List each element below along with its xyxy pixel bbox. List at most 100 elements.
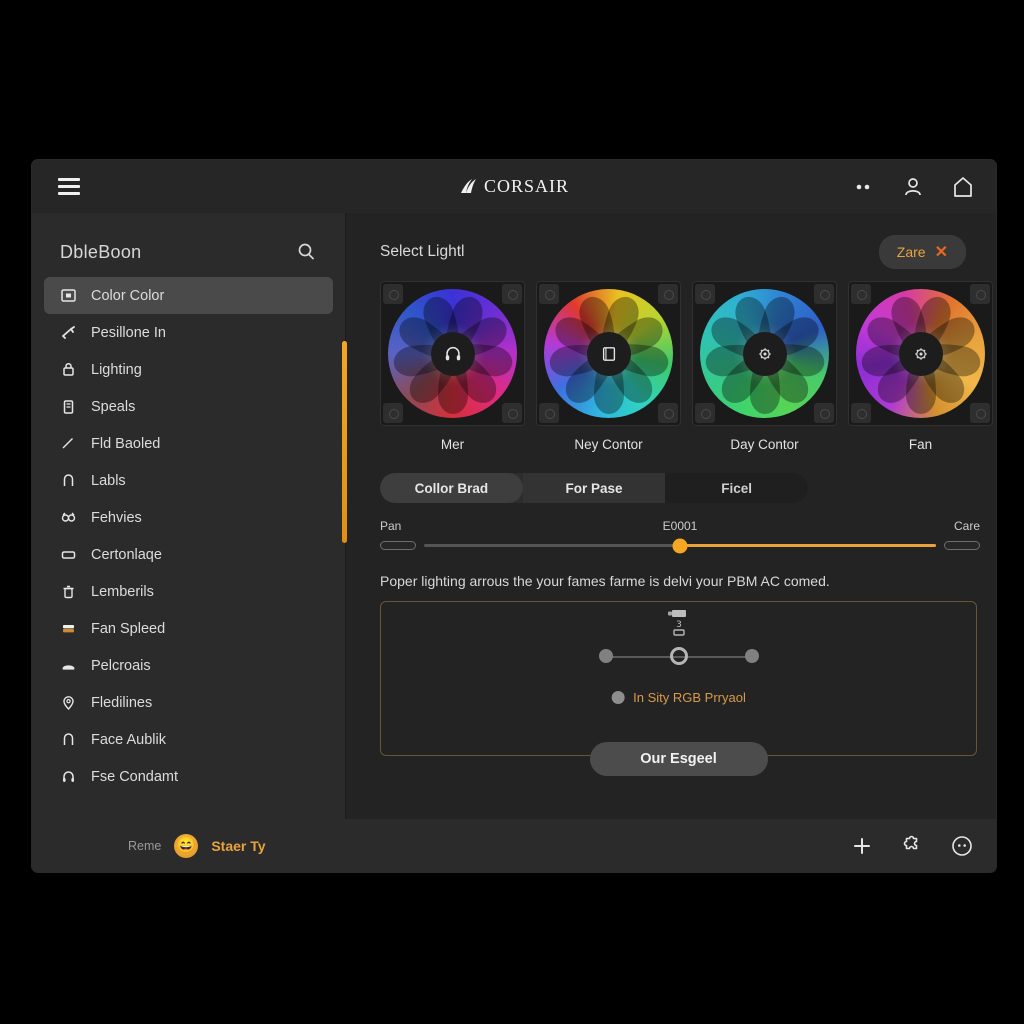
slider-max-cap <box>944 541 980 550</box>
user-account-icon[interactable] <box>900 174 926 200</box>
sidebar-item-pesillone-in[interactable]: Pesillone In <box>44 314 333 351</box>
sidebar-item-label: Lighting <box>91 361 142 378</box>
description-text: Poper lighting arrous the your fames far… <box>380 573 830 589</box>
home-icon[interactable] <box>950 174 976 200</box>
sidebar-item-lemberils[interactable]: Lemberils <box>44 573 333 610</box>
rgb-protocol-label: In Sity RGB Prryaol <box>633 690 746 705</box>
fan-hub <box>586 331 631 376</box>
sidebar-item-label: Fledilines <box>91 694 153 711</box>
sidebar-item-fld-baoled[interactable]: Fld Baoled <box>44 425 333 462</box>
node-right[interactable] <box>744 649 759 663</box>
footer-bar: Reme 😄 Staer Ty <box>32 819 996 872</box>
device-label: Fan <box>908 437 933 452</box>
fan-preview[interactable] <box>692 281 837 426</box>
sidebar-item-label: Face Aublik <box>91 731 166 748</box>
sidebar-item-labls[interactable]: Labls <box>44 462 333 499</box>
arch-icon <box>60 731 77 748</box>
slider-knob[interactable] <box>672 538 688 553</box>
tab-collor-brad[interactable]: Collor Brad <box>380 473 523 503</box>
apply-button[interactable]: Our Esgeel <box>589 742 768 776</box>
goggles-icon <box>60 509 77 526</box>
search-icon[interactable] <box>295 241 317 263</box>
sidebar-item-color-color[interactable]: Color Color <box>44 277 333 314</box>
screw-corner-icon <box>695 403 715 423</box>
radio-dot-icon[interactable] <box>611 691 625 704</box>
slider-max-label: Care <box>953 519 980 533</box>
monitor-icon <box>602 346 615 361</box>
sidebar-item-fan-spleed[interactable]: Fan Spleed <box>44 610 333 647</box>
fan-preview[interactable] <box>848 281 993 426</box>
pen-icon <box>60 435 77 452</box>
more-dots-icon[interactable] <box>850 174 876 200</box>
sidebar-item-certonlaqe[interactable]: Certonlaqe <box>44 536 333 573</box>
tab-ficel[interactable]: Ficel <box>665 473 808 503</box>
svg-text:3: 3 <box>676 620 682 630</box>
fan-preview[interactable] <box>536 281 681 426</box>
plus-icon[interactable] <box>850 834 874 858</box>
screw-corner-icon <box>970 403 990 423</box>
fan-hub <box>898 331 943 376</box>
sidebar-item-label: Labls <box>91 472 126 489</box>
device-card[interactable]: Mer <box>380 281 525 452</box>
sidebar-item-lighting[interactable]: Lighting <box>44 351 333 388</box>
sidebar-item-speals[interactable]: Speals <box>44 388 333 425</box>
device-grid: Mer Ney Contor Day Contor Fan <box>380 281 993 452</box>
gear-icon <box>758 347 771 360</box>
slider-min-label: Pan <box>380 519 402 533</box>
screw-corner-icon <box>851 284 871 304</box>
footer-prefix-label: Reme <box>128 838 162 853</box>
fan-speed-icon <box>60 620 77 637</box>
screw-corner-icon <box>383 284 403 304</box>
device-card[interactable]: Day Contor <box>692 281 837 452</box>
screw-corner-icon <box>814 284 834 304</box>
slider-track[interactable] <box>424 538 936 553</box>
square-frame-icon <box>60 287 77 304</box>
sidebar-item-fse-condamt[interactable]: Fse Condamt <box>44 758 333 795</box>
sidebar-item-label: Color Color <box>91 287 165 304</box>
sidebar-item-face-aublik[interactable]: Face Aublik <box>44 721 333 758</box>
screw-corner-icon <box>502 403 522 423</box>
sidebar-item-fehvies[interactable]: Fehvies <box>44 499 333 536</box>
brand-name: CORSAIR <box>483 176 570 196</box>
mouse-icon <box>60 657 77 674</box>
fan-preview[interactable] <box>380 281 525 426</box>
screw-corner-icon <box>383 403 403 423</box>
puzzle-piece-icon[interactable] <box>900 834 924 858</box>
sidebar-title: DbleBoon <box>60 241 142 262</box>
node-chain <box>598 647 759 665</box>
device-card[interactable]: Ney Contor <box>536 281 681 452</box>
screw-corner-icon <box>814 403 834 423</box>
tab-for-pase[interactable]: For Pase <box>522 473 666 503</box>
device-label: Ney Contor <box>574 437 643 452</box>
footer-user-area[interactable]: Reme 😄 Staer Ty <box>128 833 266 858</box>
speed-slider-block: Pan E0001 Care <box>380 519 980 553</box>
clipboard-icon <box>60 398 77 415</box>
device-label: Day Contor <box>730 437 799 452</box>
screw-corner-icon <box>658 284 678 304</box>
sidebar-item-label: Fse Condamt <box>91 768 179 785</box>
corsair-icue-window: CORSAIR DbleBoon Color Color Pesillone I… <box>32 160 996 872</box>
avatar-glyph: 😄 <box>176 836 197 854</box>
circle-dots-icon[interactable] <box>950 834 974 858</box>
device-node-icon: 3 <box>664 608 694 640</box>
screw-corner-icon <box>658 403 678 423</box>
main-content: Select Lightl Zare ✕ Mer Ney Contor Day … <box>347 213 996 819</box>
close-x-icon[interactable]: ✕ <box>935 242 948 262</box>
fan-hub <box>742 331 787 376</box>
gear-icon <box>914 347 927 360</box>
sidebar-item-fledilines[interactable]: Fledilines <box>44 684 333 721</box>
wrench-icon <box>60 324 77 341</box>
avatar[interactable]: 😄 <box>174 833 199 858</box>
node-center[interactable] <box>669 647 688 665</box>
device-card[interactable]: Fan <box>848 281 993 452</box>
sidebar-item-pelcroais[interactable]: Pelcroais <box>44 647 333 684</box>
trash-icon <box>60 583 77 600</box>
slider-row <box>380 538 980 553</box>
node-left[interactable] <box>598 649 613 663</box>
zone-chip-label: Zare <box>896 244 926 260</box>
headset-icon <box>60 768 77 785</box>
title-bar: CORSAIR <box>32 160 996 213</box>
zone-chip[interactable]: Zare ✕ <box>878 235 966 269</box>
pin-icon <box>60 694 77 711</box>
rgb-protocol-option[interactable]: In Sity RGB Prryaol <box>611 690 746 705</box>
